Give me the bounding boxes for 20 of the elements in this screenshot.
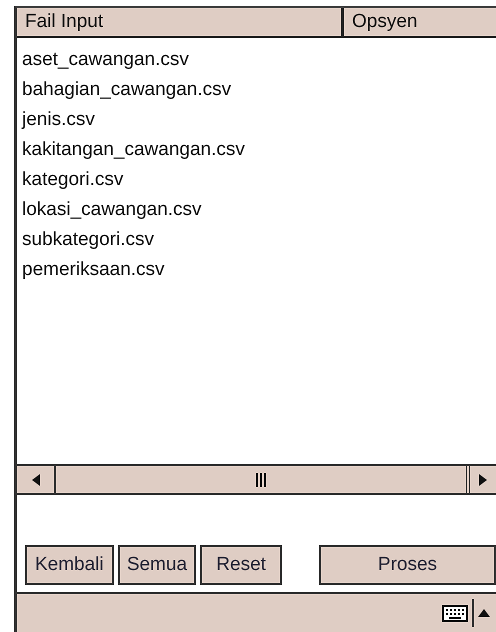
horizontal-scrollbar[interactable] [17,464,496,495]
file-item[interactable]: aset_cawangan.csv [17,45,189,75]
action-button[interactable]: Reset [200,545,282,585]
action-button[interactable]: Kembali [25,545,114,585]
file-item[interactable]: bahagian_cawangan.csv [17,75,232,105]
left-arrow-icon[interactable] [32,474,40,486]
file-item[interactable]: kakitangan_cawangan.csv [17,135,245,165]
file-item[interactable]: pemeriksaan.csv [17,255,165,285]
grip-icon[interactable] [256,472,266,486]
column-header[interactable]: Opsyen [344,8,496,36]
keyboard-icon[interactable] [442,602,468,624]
action-button[interactable]: Semua [118,545,196,585]
action-button[interactable]: Proses [318,545,496,585]
column-header[interactable]: Fail Input [17,8,344,36]
file-item[interactable]: lokasi_cawangan.csv [17,195,202,225]
file-item[interactable]: subkategori.csv [17,225,154,255]
right-arrow-icon[interactable] [479,474,487,486]
file-item[interactable]: kategori.csv [17,165,124,195]
up-arrow-icon[interactable] [478,609,490,617]
file-item[interactable]: jenis.csv [17,105,95,135]
